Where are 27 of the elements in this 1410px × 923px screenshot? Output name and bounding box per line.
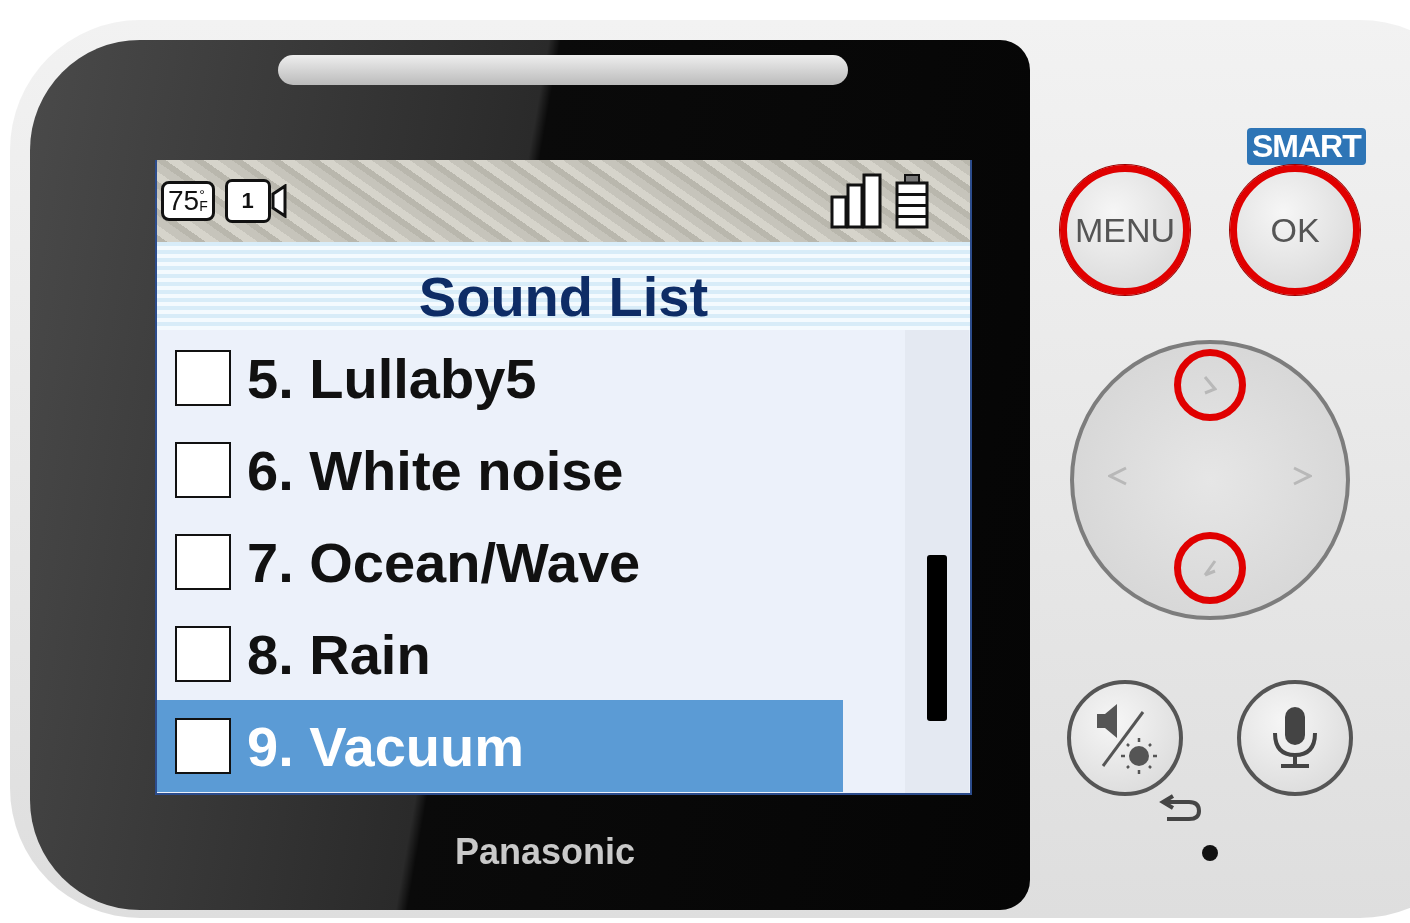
temperature-value: 75 [168, 185, 200, 217]
checkbox[interactable] [175, 350, 231, 406]
signal-bars-icon [830, 173, 884, 229]
chevron-icon [1203, 375, 1217, 395]
degree-sign: ° [199, 189, 205, 201]
sound-list-item[interactable]: 5. Lullaby5 [157, 332, 843, 424]
checkbox[interactable] [175, 718, 231, 774]
round-button[interactable]: MENU [1060, 165, 1190, 295]
smart-label: SMART [1247, 128, 1366, 165]
brand-logo-text: Panasonic [455, 831, 636, 873]
arrow-key[interactable] [1174, 532, 1246, 604]
sound-list-item[interactable]: 6. White noise [157, 424, 843, 516]
screen-title: Sound List [418, 263, 709, 329]
arrow-key[interactable] [1174, 349, 1246, 421]
checkbox[interactable] [175, 534, 231, 590]
chevron-icon [1292, 466, 1312, 486]
checkbox[interactable] [175, 626, 231, 682]
chevron-icon [1108, 466, 1128, 486]
scrollbar-thumb[interactable] [927, 555, 947, 721]
sound-list-item[interactable]: 8. Rain [157, 608, 843, 700]
round-button[interactable]: OK [1230, 165, 1360, 295]
sound-list-item[interactable]: 7. Ocean/Wave [157, 516, 843, 608]
temperature-unit: F [199, 201, 208, 213]
checkbox[interactable] [175, 442, 231, 498]
chevron-icon [1203, 559, 1217, 577]
microphone-hole [1202, 845, 1218, 861]
battery-icon [894, 173, 930, 229]
